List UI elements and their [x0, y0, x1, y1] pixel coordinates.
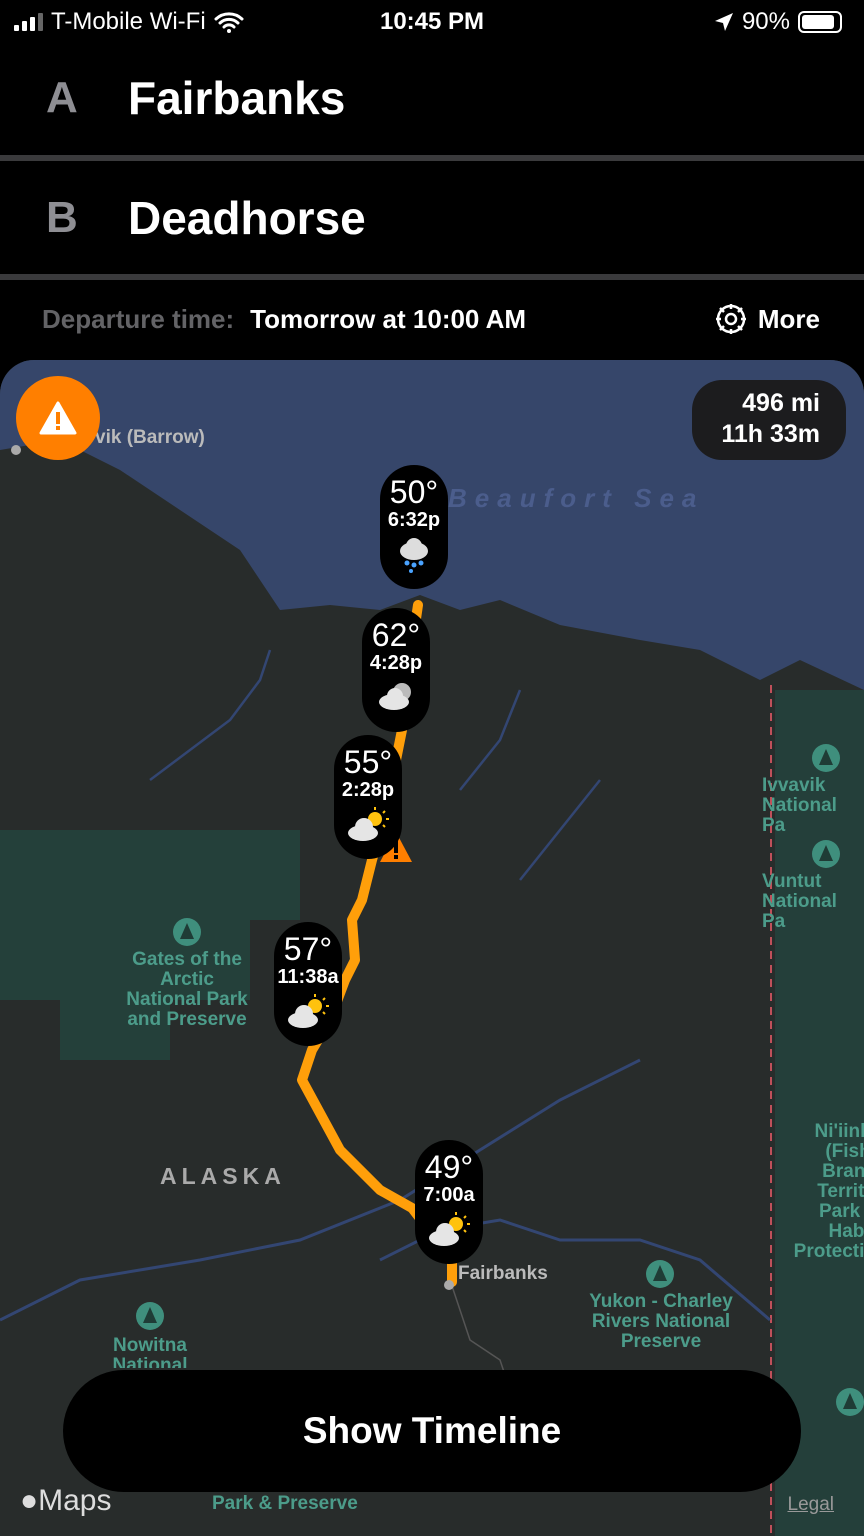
more-label: More: [757, 303, 820, 334]
map-label-vuntut: Vuntut National Pa: [762, 871, 837, 932]
weather-pin[interactable]: 62° 4:28p: [362, 608, 430, 732]
destination-name: Deadhorse: [128, 191, 366, 244]
map-label-sea: Beaufort Sea: [448, 483, 705, 513]
departure-label: Departure time:: [42, 303, 235, 334]
weather-pin[interactable]: 55° 2:28p: [334, 735, 402, 859]
origin-letter: A: [46, 72, 78, 122]
park-icon: [812, 840, 840, 868]
pin-temp: 57°: [283, 931, 333, 967]
trip-duration: 11h 33m: [721, 420, 820, 448]
battery-icon: [798, 11, 842, 33]
map-label-barrow: vik (Barrow): [95, 427, 205, 448]
cloudy-icon: [379, 683, 411, 710]
divider: [0, 274, 864, 280]
rain-cloud-icon: [400, 538, 428, 573]
pin-time: 6:32p: [387, 509, 441, 531]
departure-row: Departure time: Tomorrow at 10:00 AM Mor…: [42, 296, 820, 342]
weather-pin[interactable]: 57° 11:38a: [274, 922, 342, 1046]
location-arrow-icon: [714, 13, 733, 31]
map-label-yukon: Yukon - Charley Rivers National Preserve: [589, 1291, 733, 1352]
weather-alert-button[interactable]: [16, 376, 100, 460]
status-bar: T-Mobile Wi-Fi 10:45 PM 90%: [0, 0, 864, 44]
warning-icon: [39, 401, 77, 435]
pin-temp: 55°: [343, 744, 393, 780]
map-label-nowitna: Nowitna National: [112, 1336, 188, 1368]
legal-link[interactable]: Legal: [788, 1494, 835, 1516]
maps-attribution: Maps: [38, 1484, 112, 1517]
weather-pin[interactable]: 49° 7:00a: [415, 1140, 483, 1264]
show-timeline-button[interactable]: Show Timeline: [63, 1370, 801, 1492]
map-label-alaska: ALASKA: [160, 1163, 286, 1189]
park-icon: [173, 918, 201, 946]
pin-temp: 49°: [424, 1149, 474, 1185]
pin-temp: 50°: [389, 474, 439, 510]
origin-name: Fairbanks: [128, 71, 346, 124]
weather-pin[interactable]: 50° 6:32p: [380, 465, 448, 589]
trip-distance: 496 mi: [742, 389, 820, 417]
destination-letter: B: [46, 192, 78, 242]
apple-icon: ●: [20, 1484, 39, 1517]
pin-time: 7:00a: [423, 1184, 475, 1206]
park-icon: [136, 1302, 164, 1330]
pin-time: 4:28p: [369, 652, 423, 674]
apple-maps-logo: ●Maps: [20, 1484, 111, 1518]
battery-percent: 90%: [741, 8, 790, 35]
park-icon: [812, 744, 840, 772]
map-label-niinlii: Ni'iinlii (Fishi Branc Territo Park a Ha…: [793, 1122, 864, 1262]
gear-icon: [715, 304, 746, 334]
map-label-gates: Gates of the Arctic National Park and Pr…: [126, 949, 248, 1030]
destination-field[interactable]: B Deadhorse: [0, 160, 864, 275]
pin-time: 11:38a: [277, 966, 339, 988]
map-label-ivvavik: Ivvavik National Pa: [762, 775, 837, 836]
route-map[interactable]: vik (Barrow) Beaufort Sea Ivvavik Nation…: [0, 360, 864, 1536]
departure-time[interactable]: Tomorrow at 10:00 AM: [250, 304, 526, 335]
map-label-fairbanks: Fairbanks: [458, 1263, 548, 1284]
park-icon: [646, 1260, 674, 1288]
origin-field[interactable]: A Fairbanks: [0, 40, 864, 155]
map-label-park-preserve: Park & Preserve: [212, 1493, 358, 1514]
partly-cloudy-icon: [429, 1212, 470, 1246]
trip-summary: 496 mi 11h 33m: [692, 380, 846, 460]
pin-time: 2:28p: [341, 779, 395, 801]
more-button[interactable]: More: [714, 302, 820, 336]
partly-cloudy-icon: [288, 994, 329, 1028]
partly-cloudy-icon: [348, 807, 389, 841]
pin-temp: 62°: [371, 617, 421, 653]
park-icon: [836, 1388, 864, 1416]
